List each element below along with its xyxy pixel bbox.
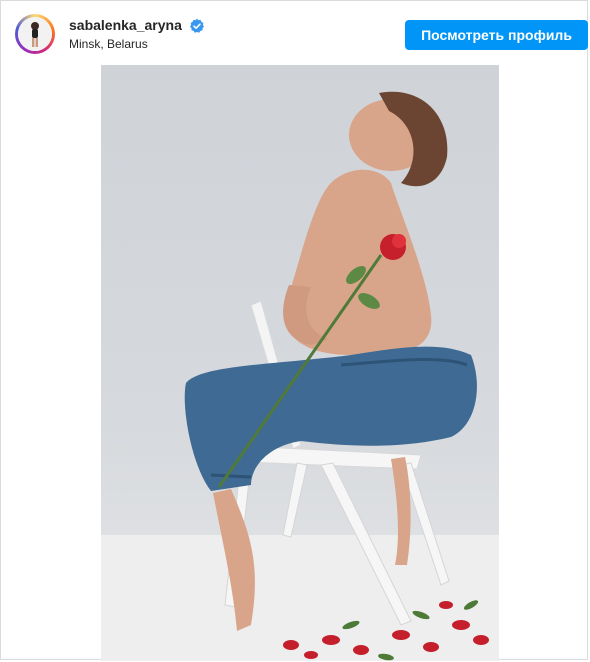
photo-illustration bbox=[101, 91, 499, 661]
post-photo[interactable] bbox=[101, 65, 499, 661]
view-profile-button[interactable]: Посмотреть профиль bbox=[405, 20, 588, 50]
username[interactable]: sabalenka_aryna bbox=[69, 17, 182, 33]
avatar-image bbox=[18, 17, 52, 51]
location-link[interactable]: Minsk, Belarus bbox=[69, 37, 148, 51]
verified-badge-icon bbox=[190, 18, 204, 33]
avatar[interactable] bbox=[15, 14, 55, 54]
instagram-post-card: sabalenka_aryna Minsk, Belarus Посмотрет… bbox=[0, 0, 588, 661]
post-header: sabalenka_aryna Minsk, Belarus Посмотрет… bbox=[1, 1, 588, 65]
